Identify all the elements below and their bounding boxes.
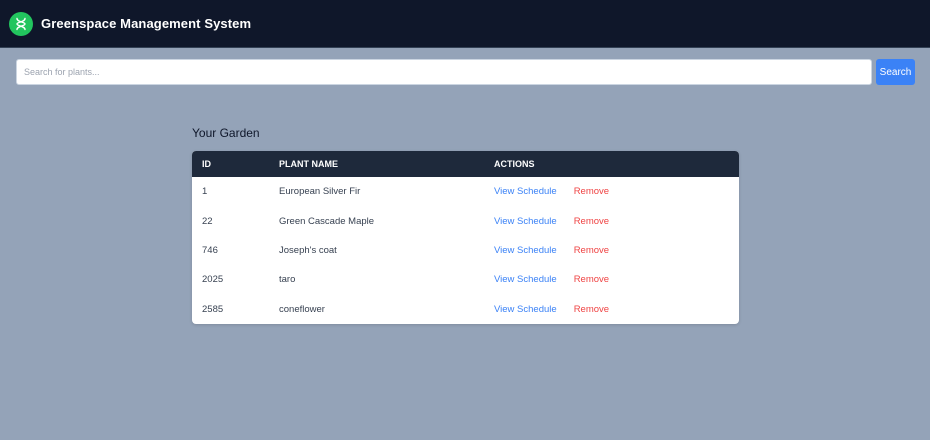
plant-id: 746 <box>202 244 218 256</box>
remove-link[interactable]: Remove <box>574 245 609 256</box>
view-schedule-link[interactable]: View Schedule <box>494 304 557 315</box>
column-header-actions: ACTIONS <box>494 159 535 169</box>
row-actions: View Schedule Remove <box>494 304 609 315</box>
row-actions: View Schedule Remove <box>494 245 609 256</box>
table-row: 22 Green Cascade Maple View Schedule Rem… <box>192 206 739 235</box>
table-header: ID PLANT NAME ACTIONS <box>192 151 739 177</box>
plant-id: 1 <box>202 186 208 198</box>
view-schedule-link[interactable]: View Schedule <box>494 186 557 197</box>
app-logo-icon <box>9 11 33 36</box>
row-actions: View Schedule Remove <box>494 186 609 197</box>
table-row: 2025 taro View Schedule Remove <box>192 265 739 294</box>
search-button[interactable]: Search <box>876 59 915 85</box>
plant-name: taro <box>279 274 296 286</box>
plant-name: Green Cascade Maple <box>279 215 375 227</box>
remove-link[interactable]: Remove <box>574 304 609 315</box>
row-actions: View Schedule Remove <box>494 274 609 285</box>
plant-name: coneflower <box>279 303 325 315</box>
table-row: 2585 coneflower View Schedule Remove <box>192 295 739 324</box>
table-row: 746 Joseph's coat View Schedule Remove <box>192 236 739 265</box>
garden-table: ID PLANT NAME ACTIONS 1 European Silver … <box>192 151 739 324</box>
remove-link[interactable]: Remove <box>574 216 609 227</box>
view-schedule-link[interactable]: View Schedule <box>494 245 557 256</box>
search-input[interactable] <box>16 59 872 85</box>
row-actions: View Schedule Remove <box>494 216 609 227</box>
remove-link[interactable]: Remove <box>574 274 609 285</box>
app-title: Greenspace Management System <box>41 16 252 31</box>
remove-link[interactable]: Remove <box>574 186 609 197</box>
leaf-dna-icon <box>16 17 26 30</box>
plant-id: 2585 <box>202 303 224 315</box>
section-title: Your Garden <box>192 126 260 140</box>
table-row: 1 European Silver Fir View Schedule Remo… <box>192 177 739 206</box>
plant-name: European Silver Fir <box>279 186 361 198</box>
top-navbar: Greenspace Management System <box>0 0 930 48</box>
column-header-plant-name: PLANT NAME <box>279 159 338 169</box>
column-header-id: ID <box>202 159 211 169</box>
view-schedule-link[interactable]: View Schedule <box>494 216 557 227</box>
view-schedule-link[interactable]: View Schedule <box>494 274 557 285</box>
plant-id: 22 <box>202 215 213 227</box>
plant-name: Joseph's coat <box>279 244 337 256</box>
plant-id: 2025 <box>202 274 224 286</box>
